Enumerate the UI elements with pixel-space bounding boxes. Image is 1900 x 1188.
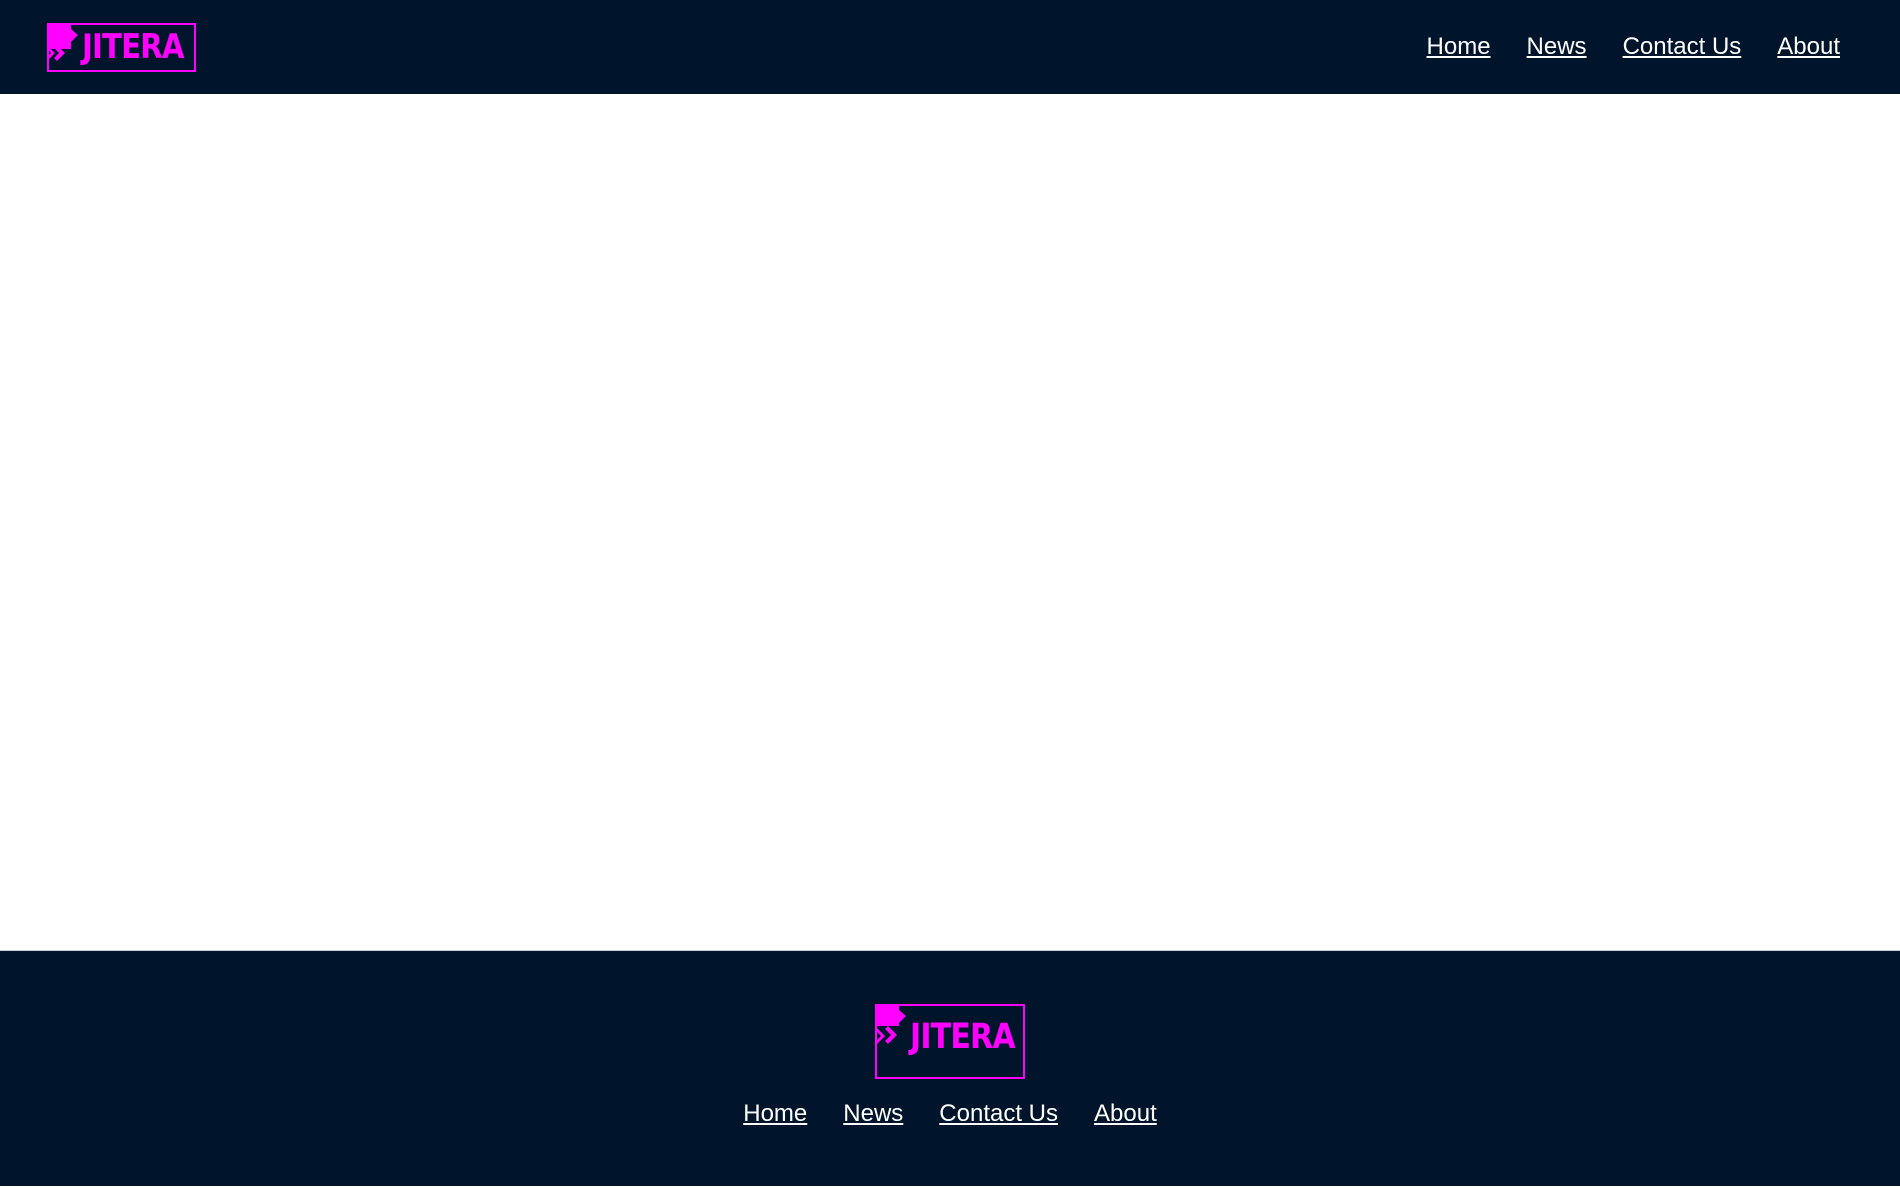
jitera-logo-icon	[49, 25, 78, 61]
footer-logo[interactable]: JITERA	[875, 1004, 1025, 1079]
site-header: JITERA Home News Contact Us About	[0, 0, 1900, 94]
nav-home-link[interactable]: Home	[1427, 32, 1491, 62]
jitera-logo-icon	[877, 1006, 906, 1044]
header-nav: Home News Contact Us About	[1391, 32, 1840, 62]
brand-name: JITERA	[910, 1017, 1016, 1057]
footer-about-link[interactable]: About	[1094, 1099, 1157, 1129]
nav-about-link[interactable]: About	[1777, 32, 1840, 62]
footer-contact-link[interactable]: Contact Us	[939, 1099, 1058, 1129]
footer-home-link[interactable]: Home	[743, 1099, 807, 1129]
brand-name: JITERA	[82, 27, 185, 67]
header-logo[interactable]: JITERA	[47, 23, 196, 72]
main-content	[0, 94, 1900, 950]
nav-contact-link[interactable]: Contact Us	[1623, 32, 1742, 62]
footer-nav: Home News Contact Us About	[0, 1099, 1900, 1129]
footer-news-link[interactable]: News	[843, 1099, 903, 1129]
nav-news-link[interactable]: News	[1527, 32, 1587, 62]
